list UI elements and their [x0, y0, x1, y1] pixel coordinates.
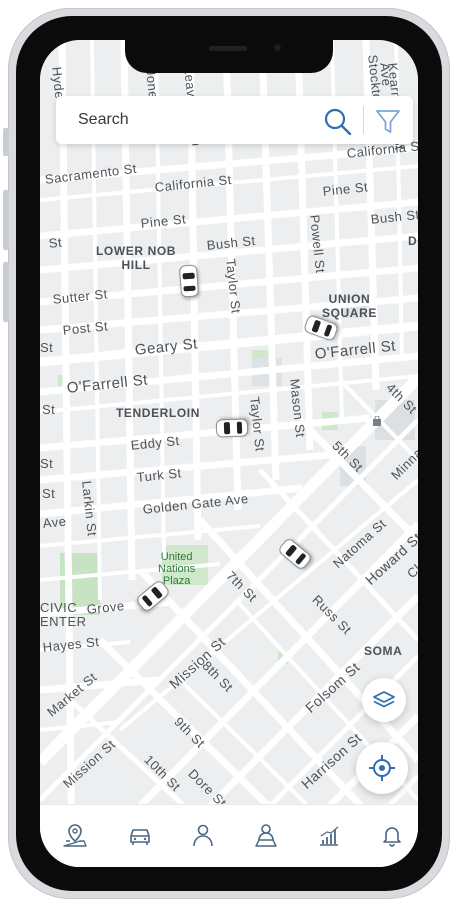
shopping-bag-icon [372, 416, 382, 426]
tab-driver-map[interactable] [253, 822, 279, 848]
district-label-downtown: DO [408, 234, 418, 248]
search-input[interactable]: Search [78, 111, 129, 129]
tab-map[interactable] [62, 822, 88, 848]
street-label: Ave [42, 513, 68, 531]
locate-me-button[interactable] [356, 742, 408, 794]
volume-down-button [3, 262, 9, 322]
street-label: St [40, 340, 54, 355]
district-label-union-square: UNION SQUARE [322, 292, 377, 320]
speaker-grille [209, 46, 247, 51]
chart-icon [320, 826, 339, 846]
crosshair-icon [369, 755, 395, 781]
front-camera [273, 43, 282, 52]
tab-analytics[interactable] [316, 822, 342, 848]
street-label: Hyde [49, 66, 68, 100]
layers-button[interactable] [362, 678, 406, 722]
bell-icon [383, 827, 401, 847]
layers-icon [373, 691, 395, 708]
notch [125, 40, 333, 73]
vehicle-marker[interactable] [178, 264, 200, 298]
search-icon[interactable] [323, 107, 353, 136]
street-label: ENTER [40, 614, 87, 629]
street-label: St [42, 486, 56, 501]
bottom-tab-bar [40, 804, 418, 867]
district-label-soma: SOMA [364, 644, 403, 658]
map-pin-icon [63, 824, 87, 847]
search-divider [363, 106, 364, 134]
search-bar[interactable]: Search [56, 96, 413, 144]
tab-drivers[interactable] [190, 822, 216, 848]
district-label-lower-nob-hill: LOWER NOB HILL [96, 244, 177, 272]
tab-vehicles[interactable] [127, 822, 153, 848]
mute-switch [3, 128, 9, 156]
district-label-tenderloin: TENDERLOIN [116, 406, 200, 420]
map-view[interactable]: LOWER NOB HILL UNION SQUARE TENDERLOIN S… [40, 40, 418, 867]
street-label: St [48, 234, 63, 251]
tab-notifications[interactable] [379, 822, 405, 848]
car-icon [130, 829, 150, 845]
filter-icon[interactable] [374, 107, 402, 135]
street-label: St [42, 402, 56, 417]
street-label: Ave [377, 62, 395, 88]
person-icon [193, 824, 213, 847]
app-screen: LOWER NOB HILL UNION SQUARE TENDERLOIN S… [40, 40, 418, 867]
street-label: CIVIC [40, 600, 78, 615]
volume-up-button [3, 190, 9, 250]
street-label: St [40, 456, 54, 471]
vehicle-marker[interactable] [215, 418, 249, 438]
driver-map-icon [255, 824, 277, 847]
park-label-un-plaza: United Nations Plaza [158, 551, 196, 587]
